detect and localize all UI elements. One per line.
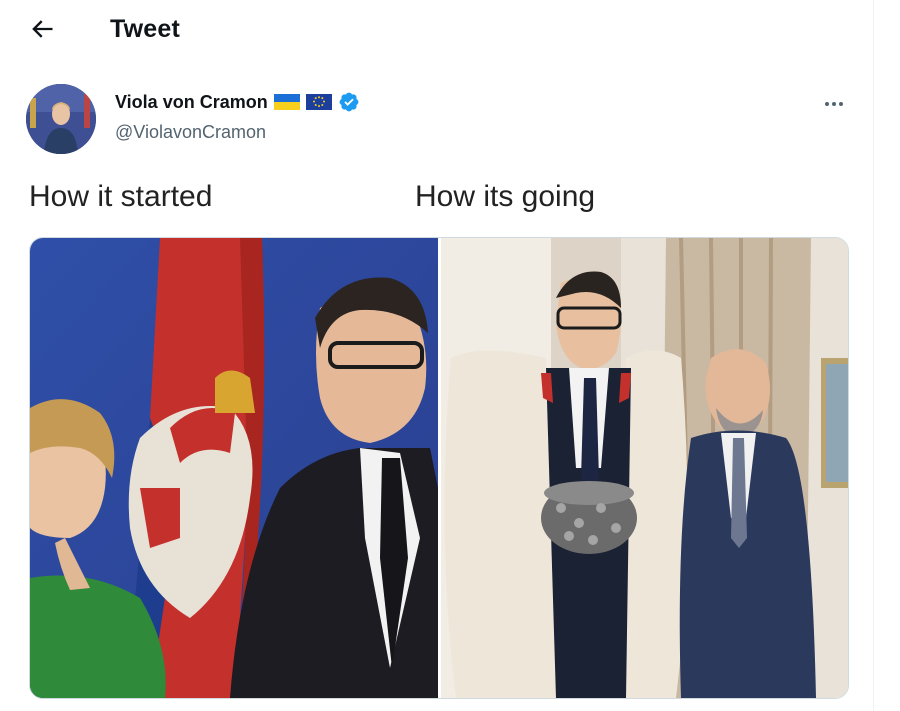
eu-flag-icon xyxy=(305,94,332,110)
author-name[interactable]: Viola von Cramon xyxy=(115,92,268,113)
back-button[interactable] xyxy=(28,15,56,43)
caption-left: How it started xyxy=(29,180,213,213)
page-title: Tweet xyxy=(110,15,180,43)
author-name-row: Viola von Cramon xyxy=(115,91,360,113)
back-arrow-icon xyxy=(32,20,53,38)
ukraine-flag-icon xyxy=(273,94,300,110)
column-border xyxy=(873,0,874,711)
more-options-icon xyxy=(825,102,843,106)
caption-right: How its going xyxy=(415,180,596,213)
author-handle[interactable]: @ViolavonCramon xyxy=(115,122,266,143)
photo-left[interactable] xyxy=(30,238,438,698)
verified-badge-icon xyxy=(339,92,359,112)
photo-right[interactable] xyxy=(441,238,848,698)
tweet-header: Tweet xyxy=(0,0,873,58)
tweet-media[interactable] xyxy=(29,237,849,699)
avatar[interactable] xyxy=(26,84,96,154)
more-options-button[interactable] xyxy=(820,92,848,116)
